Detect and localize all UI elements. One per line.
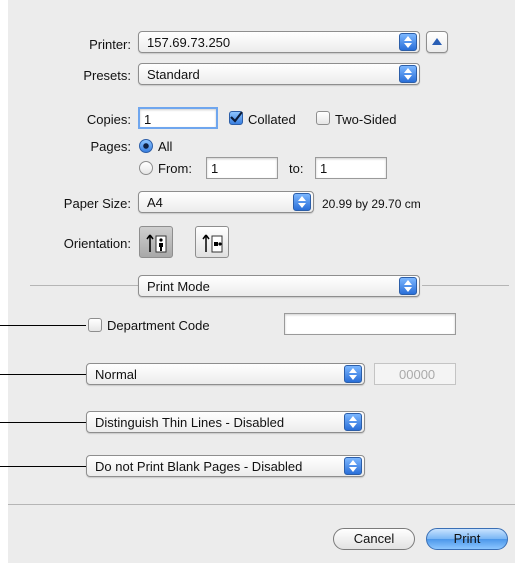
two-sided-label: Two-Sided xyxy=(335,112,397,127)
paper-size-value: A4 xyxy=(147,195,163,210)
portrait-button[interactable] xyxy=(139,226,173,258)
department-code-field[interactable] xyxy=(284,313,456,335)
expand-dialog-button[interactable] xyxy=(426,31,448,53)
pages-all-radio[interactable] xyxy=(139,139,153,153)
section-value: Print Mode xyxy=(147,279,210,294)
pages-to-label: to: xyxy=(289,161,304,176)
section-divider-left xyxy=(30,285,138,286)
paper-size-label: Paper Size: xyxy=(63,196,131,211)
print-button[interactable]: Print xyxy=(426,528,508,550)
department-code-checkbox[interactable] xyxy=(88,318,102,332)
collated-checkbox[interactable] xyxy=(229,111,243,125)
paper-dimensions: 20.99 by 29.70 cm xyxy=(322,197,421,211)
callout-line-mode xyxy=(0,374,86,375)
section-divider-right xyxy=(422,285,509,286)
department-code-label: Department Code xyxy=(107,318,210,333)
printer-label: Printer: xyxy=(89,37,131,52)
mode-value: Normal xyxy=(95,367,137,382)
printer-popup[interactable]: 157.69.73.250 xyxy=(138,31,420,53)
updown-arrows-icon xyxy=(344,365,362,383)
two-sided-checkbox[interactable] xyxy=(316,111,330,125)
pages-label: Pages: xyxy=(90,139,131,154)
mode-popup[interactable]: Normal xyxy=(86,363,365,385)
updown-arrows-icon xyxy=(399,33,417,51)
landscape-button[interactable] xyxy=(195,226,229,258)
pages-from-field[interactable]: 1 xyxy=(206,157,278,179)
cancel-button[interactable]: Cancel xyxy=(333,528,415,550)
presets-label: Presets: xyxy=(83,68,131,83)
updown-arrows-icon xyxy=(344,413,362,431)
bottom-divider xyxy=(8,504,515,505)
blank-pages-value: Do not Print Blank Pages - Disabled xyxy=(95,459,303,474)
presets-value: Standard xyxy=(147,67,200,82)
pages-from-value: 1 xyxy=(211,161,219,176)
callout-line-department-code xyxy=(0,325,86,326)
collated-label: Collated xyxy=(248,112,296,127)
printer-value: 157.69.73.250 xyxy=(147,35,231,50)
thin-lines-value: Distinguish Thin Lines - Disabled xyxy=(95,415,285,430)
print-dialog: Printer: 157.69.73.250 Presets: Standard… xyxy=(8,0,515,563)
disclosure-triangle-icon xyxy=(430,35,444,52)
callout-line-blank-pages xyxy=(0,466,86,467)
pages-to-value: 1 xyxy=(320,161,328,176)
pages-all-label: All xyxy=(158,139,173,154)
updown-arrows-icon xyxy=(399,65,417,83)
paper-size-popup[interactable]: A4 xyxy=(138,191,314,213)
blank-pages-popup[interactable]: Do not Print Blank Pages - Disabled xyxy=(86,455,365,477)
callout-line-thin-lines xyxy=(0,422,86,423)
pages-from-label: From: xyxy=(158,161,192,176)
updown-arrows-icon xyxy=(399,277,417,295)
copies-field[interactable]: 1 xyxy=(138,107,218,129)
pages-from-radio[interactable] xyxy=(139,161,153,175)
thin-lines-popup[interactable]: Distinguish Thin Lines - Disabled xyxy=(86,411,365,433)
mode-code-placeholder: 00000 xyxy=(399,367,436,382)
presets-popup[interactable]: Standard xyxy=(138,63,420,85)
landscape-orientation-icon xyxy=(202,232,224,257)
updown-arrows-icon xyxy=(344,457,362,475)
section-popup[interactable]: Print Mode xyxy=(138,275,420,297)
copies-value: 1 xyxy=(144,112,152,127)
portrait-orientation-icon xyxy=(146,232,168,257)
pages-to-field[interactable]: 1 xyxy=(315,157,387,179)
mode-code-field[interactable]: 00000 xyxy=(374,363,456,385)
updown-arrows-icon xyxy=(293,193,311,211)
orientation-label: Orientation: xyxy=(63,236,131,251)
copies-label: Copies: xyxy=(86,112,131,127)
